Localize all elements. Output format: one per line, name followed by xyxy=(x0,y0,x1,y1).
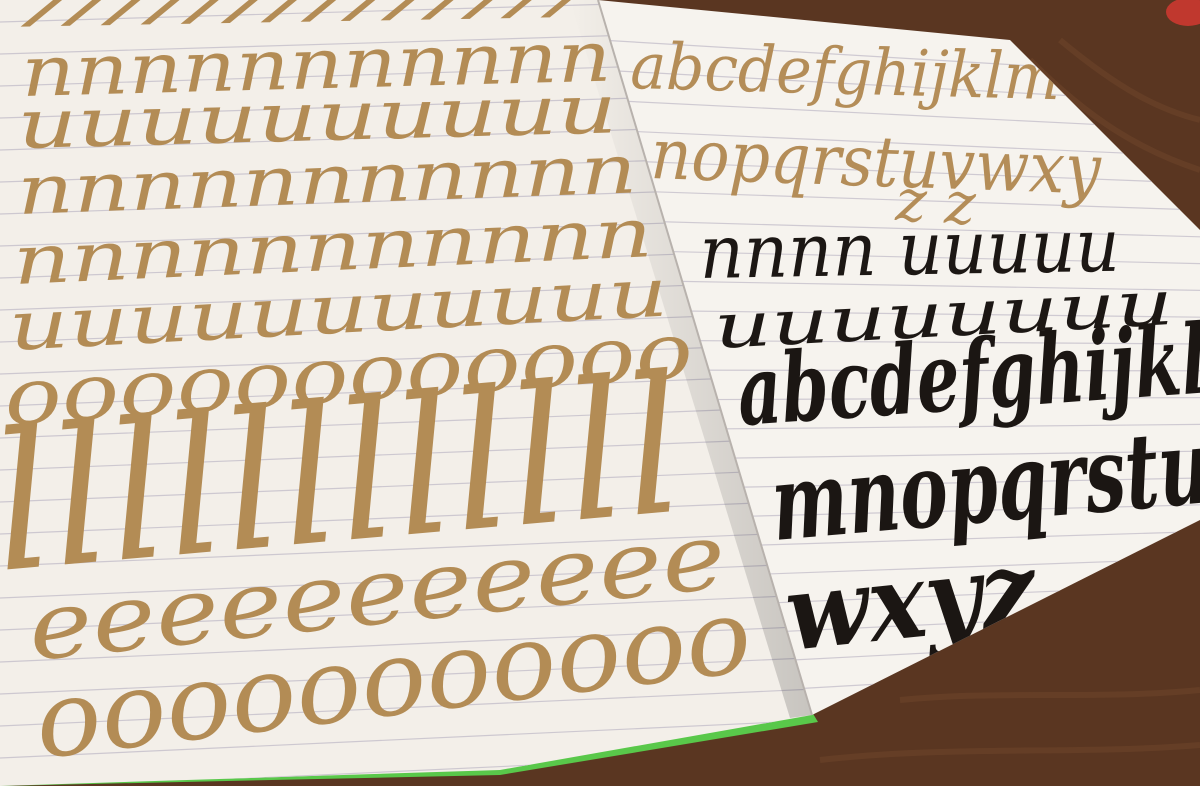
gold-alphabet-line-1: abcdefghijklm xyxy=(630,30,1062,115)
notebook-photo: ////////////// nnnnnnnnnnn uuuuuuuuuu nn… xyxy=(0,0,1200,786)
gold-alphabet-line-2: nopqrstuvwxy xyxy=(649,113,1103,211)
